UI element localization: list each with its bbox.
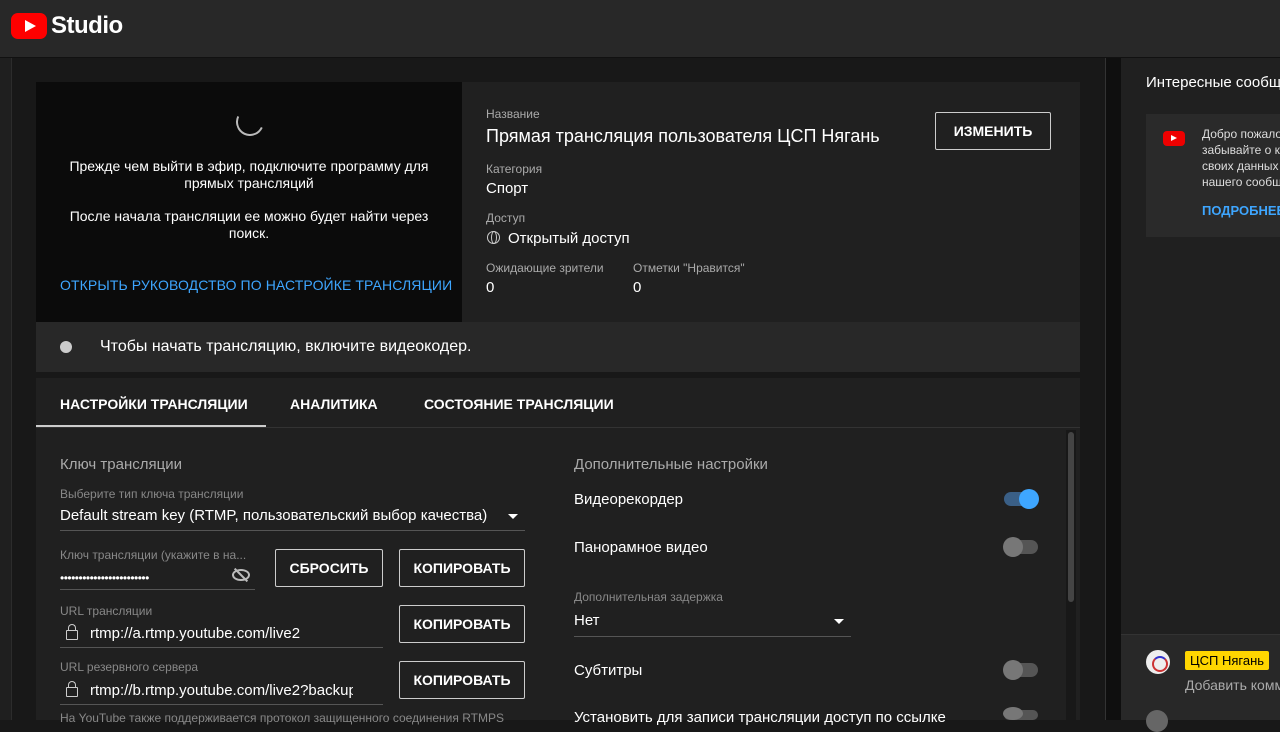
backup-url-underline (60, 704, 383, 705)
subtitles-toggle-knob[interactable] (1003, 660, 1023, 680)
unlisted-toggle-knob[interactable] (1003, 707, 1023, 720)
backup-url-label: URL резервного сервера (60, 660, 199, 674)
stream-url-underline (60, 647, 383, 648)
stream-key-section-title: Ключ трансляции (60, 456, 182, 473)
unlisted-label: Установить для записи трансляции доступ … (574, 709, 946, 726)
key-type-underline (60, 530, 525, 531)
panoramic-toggle-knob[interactable] (1003, 537, 1023, 557)
add-comment-input[interactable]: Добавить комментарий (1185, 677, 1280, 693)
encoder-status-bar: Чтобы начать трансляцию, включите видеок… (36, 322, 1080, 372)
copy-backup-url-button[interactable]: КОПИРОВАТЬ (399, 661, 525, 699)
likes-label: Отметки "Нравится" (633, 261, 745, 275)
emoji-icon[interactable] (1146, 710, 1168, 732)
waiting-viewers-label: Ожидающие зрители (486, 261, 604, 275)
loading-spinner-icon (232, 104, 268, 140)
latency-label: Дополнительная задержка (574, 590, 723, 604)
key-type-select[interactable]: Default stream key (RTMP, пользовательск… (60, 507, 502, 524)
waiting-viewers-value: 0 (486, 279, 495, 296)
channel-name-badge: ЦСП Нягань (1185, 651, 1270, 670)
latency-select[interactable]: Нет (574, 612, 774, 629)
youtube-logo-icon (11, 13, 47, 39)
category-label: Категория (486, 162, 543, 176)
tab-stream-health[interactable]: СОСТОЯНИЕ ТРАНСЛЯЦИИ (424, 396, 614, 412)
stream-key-input[interactable]: •••••••••••••••••••••••• (60, 571, 149, 585)
dvr-toggle-knob[interactable] (1019, 489, 1039, 509)
visibility-off-icon[interactable] (232, 569, 250, 581)
welcome-line-1: Добро пожаловать (1202, 127, 1280, 141)
stream-url-label: URL трансляции (60, 604, 153, 618)
welcome-line-2: забывайте о к (1202, 143, 1280, 157)
top-bar: Studio (0, 0, 1280, 58)
preview-message-search: После начала трансляции ее можно будет н… (69, 208, 429, 241)
chevron-down-icon[interactable] (508, 514, 518, 519)
stream-key-label: Ключ трансляции (укажите в на... (60, 548, 247, 562)
copy-key-button[interactable]: КОПИРОВАТЬ (399, 549, 525, 587)
stream-key-underline (60, 589, 255, 590)
chevron-down-icon[interactable] (834, 619, 844, 624)
youtube-icon (1163, 131, 1185, 146)
category-value: Спорт (486, 180, 529, 197)
extra-settings-title: Дополнительные настройки (574, 456, 768, 473)
copy-url-button[interactable]: КОПИРОВАТЬ (399, 605, 525, 643)
stream-url-value: rtmp://a.rtmp.youtube.com/live2 (90, 625, 301, 642)
tab-bar: НАСТРОЙКИ ТРАНСЛЯЦИИ АНАЛИТИКА СОСТОЯНИЕ… (36, 378, 1080, 428)
welcome-line-3: своих данных (1202, 159, 1279, 173)
tab-stream-settings[interactable]: НАСТРОЙКИ ТРАНСЛЯЦИИ (60, 396, 248, 412)
dvr-label: Видеорекордер (574, 491, 684, 508)
reset-key-button[interactable]: СБРОСИТЬ (275, 549, 383, 587)
logo-text: Studio (51, 12, 123, 39)
access-value: Открытый доступ (508, 230, 630, 247)
edit-button[interactable]: ИЗМЕНИТЬ (935, 112, 1051, 150)
learn-more-link[interactable]: ПОДРОБНЕЕ (1202, 203, 1280, 218)
title-label: Название (486, 107, 540, 121)
panel-divider (1105, 58, 1121, 720)
setup-guide-link[interactable]: ОТКРЫТЬ РУКОВОДСТВО ПО НАСТРОЙКЕ ТРАНСЛЯ… (60, 277, 452, 293)
stream-preview: Прежде чем выйти в эфир, подключите прог… (36, 82, 462, 322)
status-dot-icon (60, 341, 72, 353)
welcome-line-4: нашего сообщ (1202, 175, 1280, 189)
globe-icon (487, 231, 500, 244)
settings-scroll-thumb[interactable] (1068, 432, 1074, 602)
latency-underline (574, 636, 851, 637)
channel-avatar (1146, 650, 1170, 674)
key-type-label: Выберите тип ключа трансляции (60, 487, 244, 501)
tab-analytics[interactable]: АНАЛИТИКА (290, 396, 378, 412)
backup-url-value: rtmp://b.rtmp.youtube.com/live2?backup=1 (90, 682, 353, 699)
subtitles-label: Субтитры (574, 662, 643, 679)
rtmps-footnote: На YouTube также поддерживается протокол… (60, 711, 504, 725)
likes-value: 0 (633, 279, 642, 296)
active-tab-indicator (36, 425, 266, 427)
lock-icon (66, 681, 78, 697)
chat-panel-title[interactable]: Интересные сообщения (1146, 74, 1280, 91)
preview-message-connect: Прежде чем выйти в эфир, подключите прог… (69, 158, 429, 191)
status-text: Чтобы начать трансляцию, включите видеок… (100, 338, 472, 355)
stream-title: Прямая трансляция пользователя ЦСП Няган… (486, 126, 880, 146)
left-sidebar-edge (0, 58, 12, 720)
access-label: Доступ (486, 211, 526, 225)
access-row: Открытый доступ (487, 230, 630, 247)
lock-icon (66, 624, 78, 640)
panoramic-label: Панорамное видео (574, 539, 708, 556)
studio-logo[interactable]: Studio (11, 12, 123, 40)
